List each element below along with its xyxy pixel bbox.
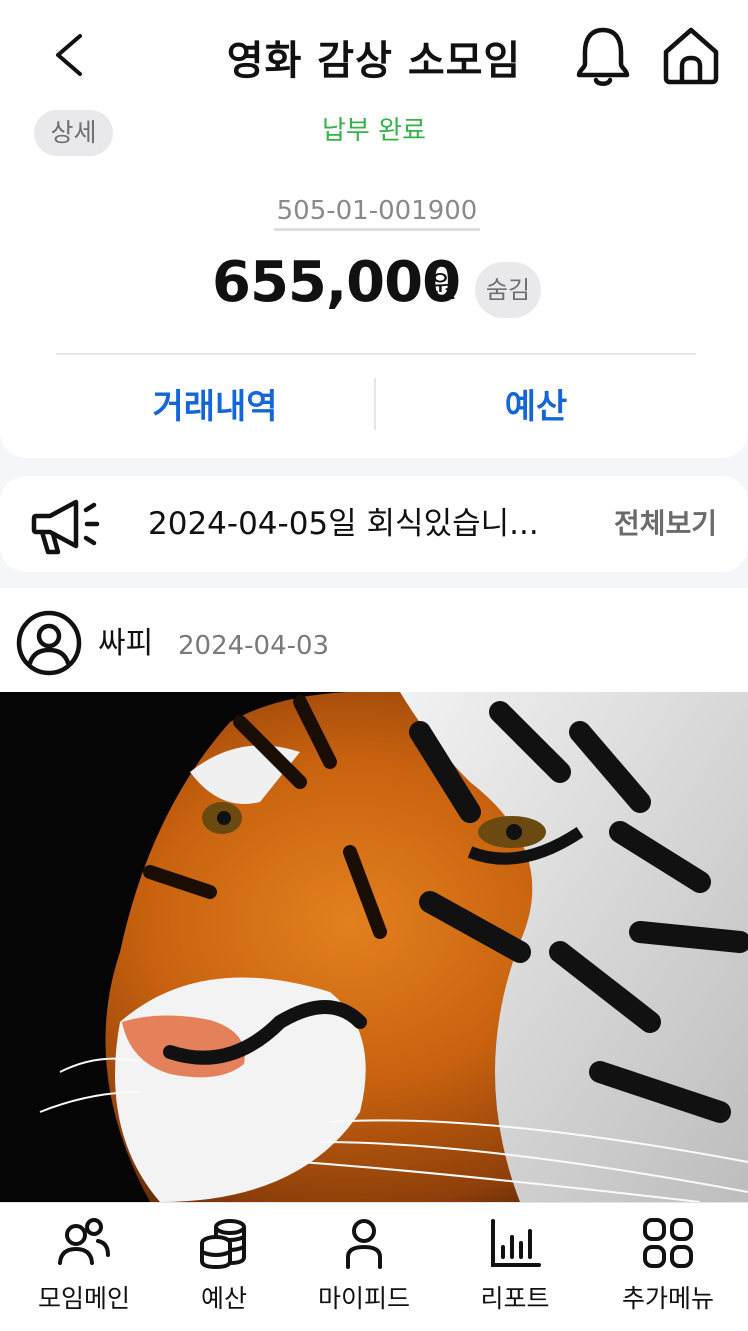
nav-item-group-main[interactable]: 모임메인: [9, 1203, 159, 1331]
bar-chart-icon: [491, 1219, 541, 1267]
user-circle-icon[interactable]: [16, 610, 82, 676]
notification-button[interactable]: [570, 22, 636, 88]
tab-budget[interactable]: 예산: [376, 380, 696, 434]
nav-item-budget[interactable]: 예산: [149, 1203, 299, 1331]
post-author[interactable]: 싸피: [98, 624, 153, 664]
nav-label: 리포트: [480, 1284, 550, 1313]
nav-label: 모임메인: [37, 1284, 130, 1313]
account-number[interactable]: 505-01-001900: [274, 196, 480, 231]
hide-balance-button[interactable]: 숨김: [475, 262, 541, 318]
nav-label: 추가메뉴: [621, 1284, 714, 1313]
account-card: 영화 감상 소모임 상세 납부 완료 505-01-001900 655,000…: [0, 0, 748, 458]
nav-label: 마이피드: [317, 1284, 410, 1313]
notice-banner[interactable]: 2024-04-05일 회식있습니... 전체보기: [0, 476, 748, 572]
post-date: 2024-04-03: [178, 631, 330, 661]
home-icon: [663, 27, 719, 85]
coins-icon: [200, 1219, 246, 1270]
divider: [56, 353, 696, 355]
person-icon: [346, 1219, 382, 1269]
megaphone-icon: [31, 499, 100, 555]
currency-unit: 원: [430, 270, 458, 305]
notice-text: 2024-04-05일 회식있습니...: [148, 506, 539, 542]
view-all-button[interactable]: 전체보기: [614, 504, 717, 544]
post-image[interactable]: [0, 692, 748, 1202]
nav-item-report[interactable]: 리포트: [440, 1203, 590, 1331]
grid-menu-icon: [643, 1218, 693, 1268]
payment-status: 납부 완료: [322, 116, 426, 146]
balance-amount: 655,000: [212, 250, 461, 315]
balance-row: 655,000 원 숨김: [0, 252, 748, 318]
home-button[interactable]: [656, 22, 726, 88]
group-icon: [58, 1218, 110, 1265]
nav-label: 예산: [200, 1284, 247, 1313]
tab-transactions[interactable]: 거래내역: [56, 380, 374, 434]
bell-icon: [576, 27, 630, 86]
nav-item-more-menu[interactable]: 추가메뉴: [593, 1203, 743, 1331]
feed-post: 싸피 2024-04-03: [0, 588, 748, 1202]
nav-item-my-feed[interactable]: 마이피드: [289, 1203, 439, 1331]
bottom-nav: 모임메인 예산 마이피드 리포트 추가메뉴: [0, 1202, 748, 1331]
